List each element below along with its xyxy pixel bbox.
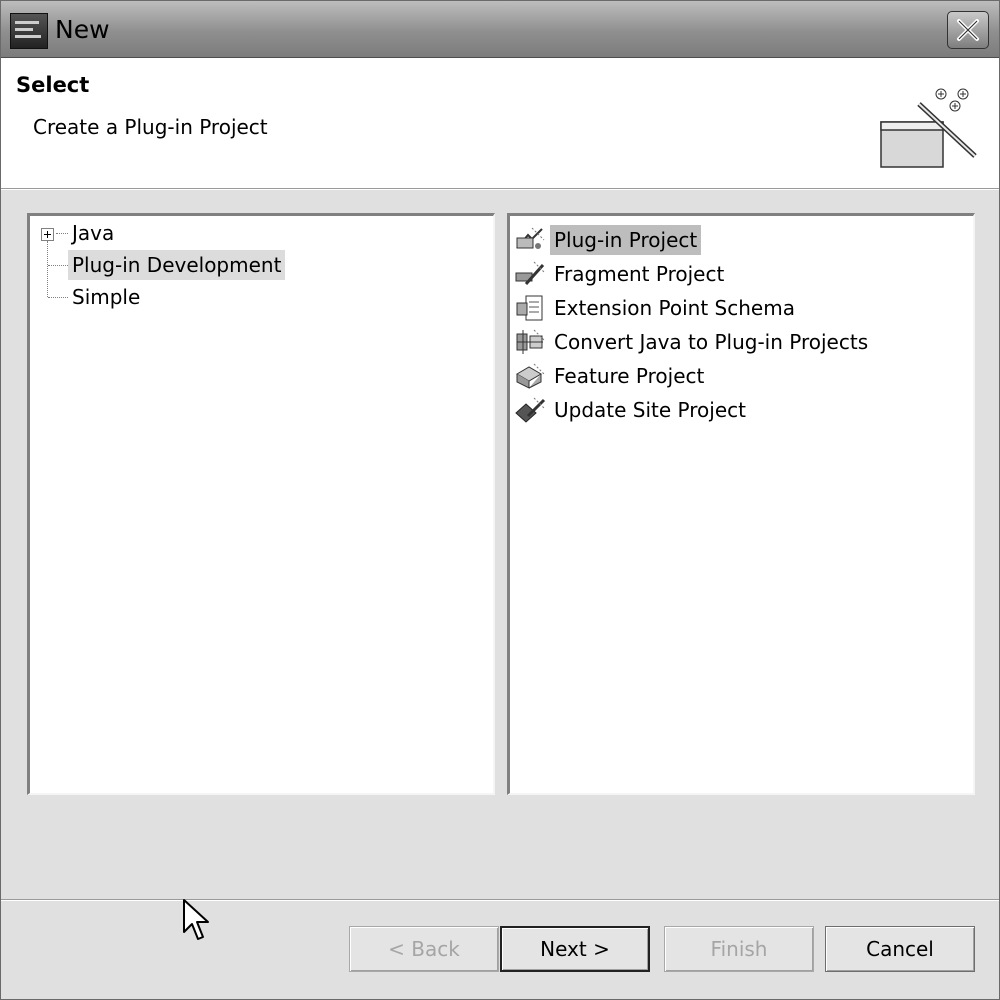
finish-button[interactable]: Finish	[664, 926, 814, 972]
list-item-plugin-project[interactable]: Plug-in Project	[514, 224, 964, 256]
convert-icon	[516, 329, 545, 354]
close-icon	[957, 19, 979, 41]
list-item-feature-project[interactable]: Feature Project	[514, 360, 964, 392]
list-item-label: Feature Project	[554, 364, 705, 388]
expand-plus-icon[interactable]	[41, 228, 54, 241]
fragment-project-icon	[515, 261, 545, 286]
title-bar[interactable]: New	[1, 1, 999, 58]
cancel-button[interactable]: Cancel	[825, 926, 975, 972]
list-item-extension-point-schema[interactable]: Extension Point Schema	[514, 292, 964, 324]
list-item-convert-java[interactable]: Convert Java to Plug-in Projects	[514, 326, 964, 358]
feature-project-icon	[516, 363, 545, 389]
schema-icon	[516, 295, 543, 321]
category-tree[interactable]: Java Plug-in Development Simple	[27, 213, 495, 795]
tree-item-label: Simple	[72, 285, 141, 309]
list-item-label: Plug-in Project	[550, 225, 702, 255]
close-button[interactable]	[947, 11, 989, 49]
wizard-banner: Select Create a Plug-in Project	[1, 58, 999, 189]
plugin-project-icon	[516, 227, 545, 249]
list-item-label: Extension Point Schema	[554, 296, 795, 320]
list-item-label: Fragment Project	[554, 262, 725, 286]
tree-item-label: Plug-in Development	[68, 250, 286, 280]
tree-item-plugin-development[interactable]: Plug-in Development	[30, 250, 490, 280]
mouse-pointer-icon	[183, 899, 209, 940]
next-button[interactable]: Next >	[500, 926, 650, 972]
banner-title: Select	[16, 73, 90, 97]
list-item-update-site-project[interactable]: Update Site Project	[514, 394, 964, 426]
list-item-label: Update Site Project	[554, 398, 746, 422]
update-site-icon	[515, 397, 546, 423]
banner-separator	[1, 189, 999, 190]
list-item-fragment-project[interactable]: Fragment Project	[514, 258, 964, 290]
banner-description: Create a Plug-in Project	[33, 115, 268, 139]
tree-item-simple[interactable]: Simple	[30, 282, 490, 312]
list-item-label: Convert Java to Plug-in Projects	[554, 330, 869, 354]
wizard-icon	[880, 88, 977, 168]
tree-item-label: Java	[72, 221, 115, 245]
window-title: New	[55, 15, 110, 44]
wizard-list[interactable]: Plug-in Project Fragment Project Extensi…	[507, 213, 975, 795]
new-wizard-dialog: New Select Create a Plug-in Project Java…	[0, 0, 1000, 1000]
eclipse-icon	[10, 13, 48, 49]
back-button[interactable]: < Back	[349, 926, 499, 972]
tree-item-java[interactable]: Java	[30, 218, 490, 248]
